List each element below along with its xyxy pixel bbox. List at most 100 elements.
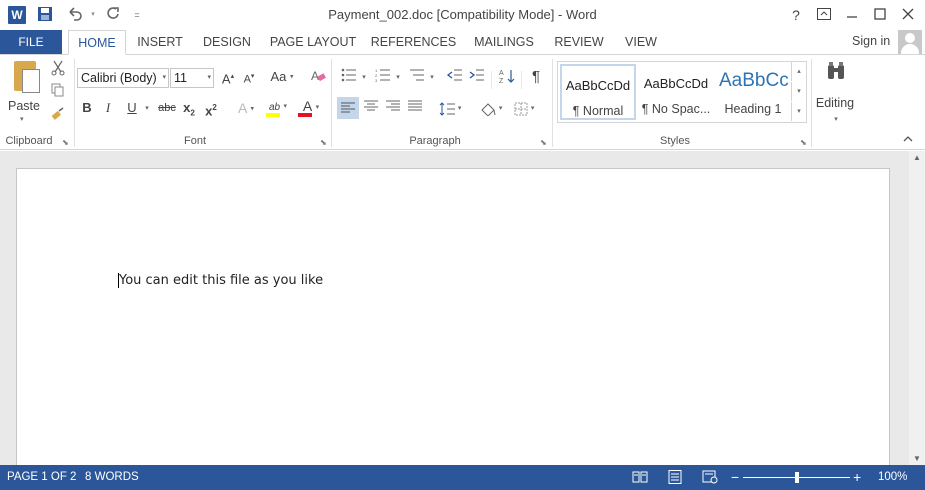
shrink-font-button[interactable]: A▾	[240, 68, 258, 88]
document-body-text[interactable]: You can edit this file as you like	[118, 273, 323, 288]
document-area: You can edit this file as you like ▲ ▼	[0, 151, 925, 465]
zoom-level[interactable]: 100%	[878, 465, 907, 490]
ribbon-tabs: FILE HOME INSERT DESIGN PAGE LAYOUT REFE…	[0, 30, 925, 55]
help-button[interactable]: ?	[783, 4, 809, 26]
italic-button[interactable]: I	[100, 99, 116, 119]
styles-more-icon[interactable]: ▾	[791, 102, 806, 121]
group-divider	[552, 59, 553, 147]
increase-indent-icon[interactable]	[467, 68, 487, 88]
print-layout-icon[interactable]	[667, 465, 683, 490]
subscript-button[interactable]: x2	[181, 99, 197, 119]
group-divider	[331, 59, 332, 147]
strikethrough-button[interactable]: abc	[156, 99, 178, 119]
style-sample: AaBbCcDd	[565, 78, 631, 93]
editing-dropdown-icon[interactable]: ▾	[826, 110, 846, 130]
underline-button[interactable]: U	[124, 99, 140, 119]
find-binoculars-icon[interactable]	[824, 61, 848, 87]
font-color-button[interactable]: A ▾	[296, 97, 326, 117]
paste-icon[interactable]	[11, 61, 41, 97]
page-count[interactable]: PAGE 1 OF 2	[7, 465, 76, 490]
tab-review[interactable]: REVIEW	[550, 30, 608, 54]
small-divider	[491, 71, 492, 89]
font-dialog-launcher-icon[interactable]: ⬊	[320, 138, 327, 147]
styles-scroll-up-icon[interactable]: ▴	[791, 62, 806, 81]
bold-button[interactable]: B	[78, 99, 96, 119]
subscript-mark: 2	[190, 108, 195, 118]
bullets-icon[interactable]	[338, 68, 360, 88]
paste-button[interactable]: Paste	[8, 99, 40, 113]
status-bar: PAGE 1 OF 2 8 WORDS − + 100%	[0, 465, 925, 490]
styles-group-label: Styles	[660, 135, 690, 147]
style-normal[interactable]: AaBbCcDd ¶ Normal	[560, 64, 636, 120]
scroll-up-icon[interactable]: ▲	[909, 153, 925, 162]
styles-gallery: AaBbCcDd ¶ Normal AaBbCcDd ¶ No Spac... …	[557, 61, 807, 123]
format-painter-icon[interactable]	[50, 107, 66, 127]
change-case-button[interactable]: Aa ▾	[267, 68, 297, 88]
shrink-font-label: A	[243, 73, 251, 86]
tab-page-layout[interactable]: PAGE LAYOUT	[268, 30, 358, 54]
paragraph-group-label: Paragraph	[409, 135, 461, 147]
style-no-spacing[interactable]: AaBbCcDd ¶ No Spac...	[638, 64, 714, 120]
read-mode-icon[interactable]	[632, 465, 648, 490]
tab-design[interactable]: DESIGN	[198, 30, 256, 54]
sort-icon[interactable]: AZ	[497, 68, 517, 88]
superscript-button[interactable]: x2	[203, 99, 219, 119]
justify-button[interactable]	[405, 99, 425, 119]
multilevel-list-icon[interactable]	[406, 68, 428, 88]
style-heading-1[interactable]: AaBbCc Heading 1	[715, 64, 791, 120]
paragraph-dialog-launcher-icon[interactable]: ⬊	[540, 138, 547, 147]
close-icon[interactable]	[895, 4, 921, 26]
numbering-icon[interactable]: 123	[372, 68, 394, 88]
avatar[interactable]	[898, 30, 922, 54]
font-size-select[interactable]: 11 ▾	[170, 68, 214, 88]
collapse-ribbon-icon[interactable]	[900, 131, 916, 151]
vertical-scrollbar[interactable]: ▲ ▼	[909, 151, 925, 465]
style-sample: AaBbCcDd	[643, 76, 709, 91]
multilevel-dropdown-icon[interactable]: ▾	[428, 68, 436, 88]
tab-mailings[interactable]: MAILINGS	[468, 30, 540, 54]
grow-font-button[interactable]: A▴	[219, 68, 237, 88]
shading-button[interactable]: ▾	[476, 99, 506, 119]
sign-in-link[interactable]: Sign in	[852, 34, 890, 48]
borders-button[interactable]: ▾	[509, 99, 539, 119]
bullets-dropdown-icon[interactable]: ▾	[360, 68, 368, 88]
small-divider	[521, 71, 522, 89]
ribbon-home: Paste ▾ Clipboard ⬊ Calibri (Body) ▾ 11 …	[0, 54, 925, 150]
text-effects-label: A	[238, 100, 247, 116]
numbering-dropdown-icon[interactable]: ▾	[394, 68, 402, 88]
paste-dropdown-icon[interactable]: ▾	[20, 115, 24, 123]
styles-scroll-down-icon[interactable]: ▾	[791, 82, 806, 101]
font-name-select[interactable]: Calibri (Body) ▾	[77, 68, 169, 88]
zoom-out-button[interactable]: −	[731, 465, 739, 490]
tab-home[interactable]: HOME	[68, 30, 126, 55]
scroll-down-icon[interactable]: ▼	[909, 454, 925, 463]
align-left-button[interactable]	[337, 97, 359, 119]
word-count[interactable]: 8 WORDS	[85, 465, 139, 490]
style-name: ¶ No Spac...	[641, 102, 711, 116]
tab-references[interactable]: REFERENCES	[370, 30, 457, 54]
tab-view[interactable]: VIEW	[620, 30, 662, 54]
clear-formatting-icon[interactable]: A	[308, 68, 328, 88]
highlight-button[interactable]: ab ▾	[263, 97, 293, 117]
svg-text:Z: Z	[499, 78, 504, 84]
maximize-icon[interactable]	[867, 4, 893, 26]
web-layout-icon[interactable]	[702, 465, 718, 490]
zoom-slider-thumb[interactable]	[794, 472, 799, 483]
show-formatting-marks-button[interactable]: ¶	[527, 68, 545, 88]
underline-dropdown-icon[interactable]: ▾	[142, 99, 152, 119]
ribbon-display-options-icon[interactable]	[811, 4, 837, 26]
align-center-button[interactable]	[361, 99, 381, 119]
text-effects-button[interactable]: A ▾	[232, 99, 260, 119]
zoom-in-button[interactable]: +	[853, 465, 861, 490]
tab-file[interactable]: FILE	[0, 30, 62, 54]
cut-icon[interactable]	[50, 60, 66, 80]
document-page[interactable]: You can edit this file as you like	[16, 168, 890, 465]
tab-insert[interactable]: INSERT	[134, 30, 186, 54]
minimize-icon[interactable]	[839, 4, 865, 26]
copy-icon[interactable]	[50, 83, 66, 103]
align-right-button[interactable]	[383, 99, 403, 119]
clipboard-dialog-launcher-icon[interactable]: ⬊	[62, 138, 69, 147]
decrease-indent-icon[interactable]	[445, 68, 465, 88]
styles-dialog-launcher-icon[interactable]: ⬊	[800, 138, 807, 147]
line-spacing-button[interactable]: ▾	[435, 99, 465, 119]
